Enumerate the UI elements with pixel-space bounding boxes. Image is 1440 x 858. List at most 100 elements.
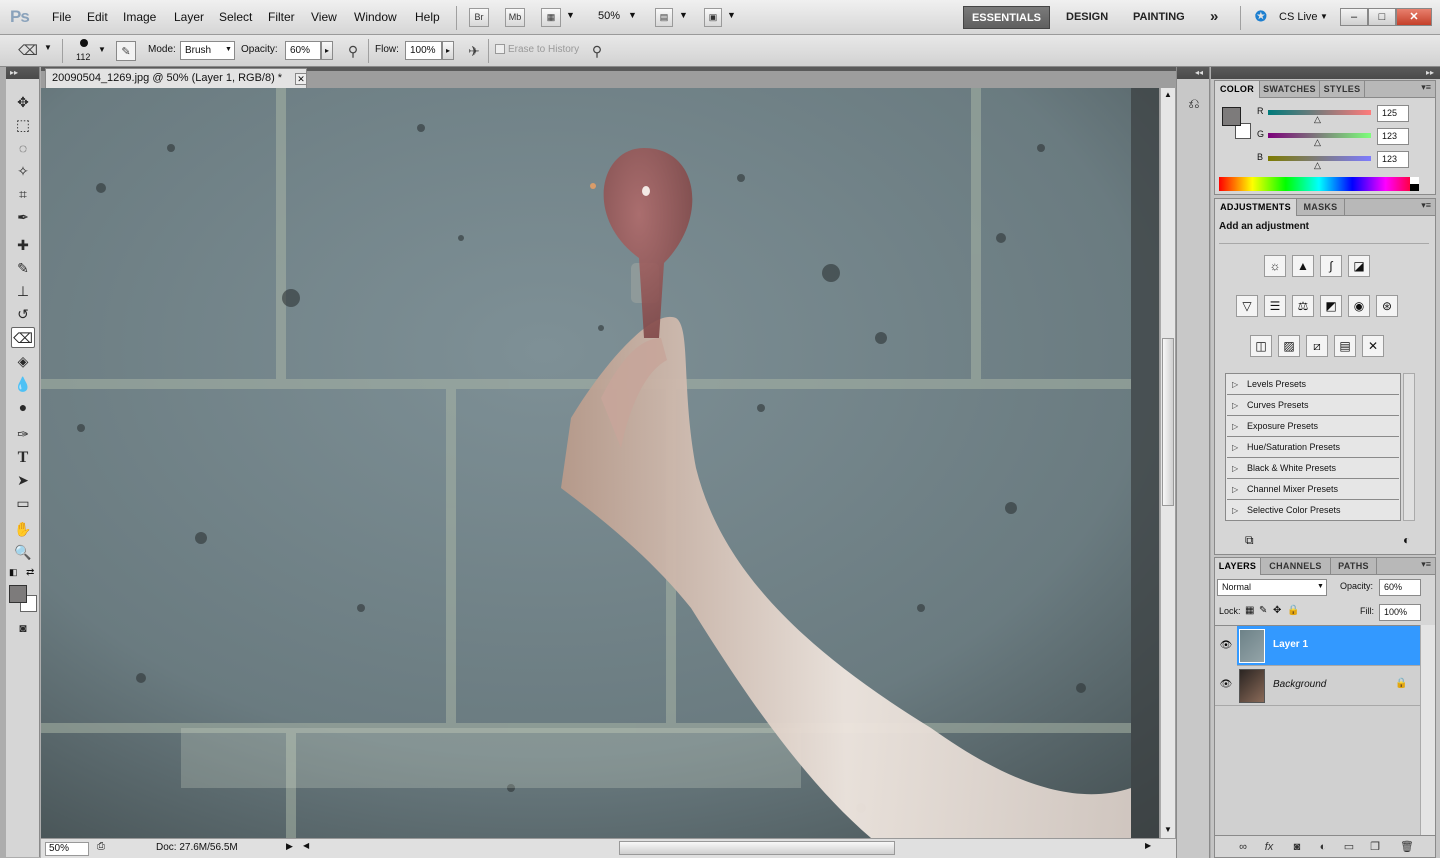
tablet-pressure-size-icon[interactable]: ⚲ [587,41,607,61]
flow-input[interactable]: 100% [405,41,442,60]
hue-saturation-icon[interactable]: ☰ [1264,295,1286,317]
color-balance-icon[interactable]: ⚖ [1292,295,1314,317]
maximize-button[interactable]: □ [1368,8,1396,26]
brush-panel-toggle-icon[interactable]: ✎ [116,41,136,61]
preset-channel-mixer[interactable]: ▷ Channel Mixer Presets [1227,479,1399,500]
icon-strip-grip[interactable]: ◂◂ [1177,67,1209,79]
preset-hue-saturation[interactable]: ▷ Hue/Saturation Presets [1227,437,1399,458]
preset-levels[interactable]: ▷ Levels Presets [1227,374,1399,395]
close-button[interactable]: ✕ [1396,8,1432,26]
document-canvas[interactable] [41,88,1159,838]
vertical-scroll-thumb[interactable] [1162,338,1174,506]
posterize-icon[interactable]: ▨ [1278,335,1300,357]
menu-help[interactable]: Help [415,10,440,24]
extras-dropdown-icon[interactable]: ▼ [566,10,575,20]
layers-scrollbar[interactable] [1420,625,1435,835]
path-selection-tool-icon[interactable]: ➤ [11,470,35,491]
eraser-tool-icon[interactable]: ⌫ [11,327,35,348]
adjustment-view-icon[interactable]: ◐ [1403,533,1410,547]
opacity-input[interactable]: 60% [285,41,321,60]
color-ramp-black-white[interactable] [1410,177,1419,191]
layer-name[interactable]: Background [1273,679,1326,690]
workspace-essentials[interactable]: ESSENTIALS [963,6,1050,29]
adjustment-clip-icon[interactable]: ⧉ [1245,533,1254,548]
status-export-icon[interactable]: ⎙ [97,841,105,852]
selective-color-icon[interactable]: ✕ [1362,335,1384,357]
default-colors-icon[interactable]: ◧ [9,567,18,578]
tab-color[interactable]: COLOR [1215,81,1260,98]
add-mask-icon[interactable]: ◙ [1289,840,1305,854]
paint-bucket-tool-icon[interactable]: ◈ [11,351,35,372]
tab-swatches[interactable]: SWATCHES [1260,81,1320,98]
channel-g-thumb-icon[interactable]: △ [1314,137,1321,148]
clone-stamp-tool-icon[interactable]: ⊥ [11,281,35,302]
expand-triangle-icon[interactable]: ▷ [1232,395,1238,416]
more-workspaces-icon[interactable]: » [1210,8,1218,25]
lasso-tool-icon[interactable]: ◌ [11,138,35,159]
threshold-icon[interactable]: ⧄ [1306,335,1328,357]
color-spectrum-ramp[interactable] [1219,177,1419,191]
preset-exposure[interactable]: ▷ Exposure Presets [1227,416,1399,437]
dodge-tool-icon[interactable]: ● [11,397,35,418]
preset-curves[interactable]: ▷ Curves Presets [1227,395,1399,416]
menu-edit[interactable]: Edit [87,10,108,24]
layer-name[interactable]: Layer 1 [1273,639,1308,650]
color-panel-menu-icon[interactable]: ▾≡ [1421,82,1431,93]
menu-image[interactable]: Image [123,10,156,24]
channel-g-input[interactable]: 123 [1377,128,1409,145]
scroll-down-icon[interactable]: ▼ [1164,825,1172,834]
arrange-documents-icon[interactable]: ▤ [655,8,673,27]
channel-mixer-icon[interactable]: ⊛ [1376,295,1398,317]
scroll-right-icon[interactable]: ▶ [1145,841,1151,850]
cs-live-menu[interactable]: CS Live [1279,11,1318,23]
preset-black-white[interactable]: ▷ Black & White Presets [1227,458,1399,479]
new-layer-icon[interactable]: ❐ [1367,840,1383,854]
menu-file[interactable]: File [52,10,71,24]
channel-b-input[interactable]: 123 [1377,151,1409,168]
menu-window[interactable]: Window [354,10,397,24]
brush-tool-icon[interactable]: ✎ [11,258,35,279]
workspace-design[interactable]: DESIGN [1066,11,1108,23]
presets-scrollbar[interactable] [1403,373,1415,521]
expand-triangle-icon[interactable]: ▷ [1232,416,1238,437]
link-layers-icon[interactable]: ∞ [1235,840,1251,854]
quick-selection-tool-icon[interactable]: ✧ [11,161,35,182]
zoom-dropdown-icon[interactable]: ▼ [628,10,637,20]
scroll-up-icon[interactable]: ▲ [1164,90,1172,99]
eyedropper-tool-icon[interactable]: ✒ [11,207,35,228]
flow-slider-toggle-icon[interactable]: ▸ [442,41,454,60]
screen-mode-dropdown-icon[interactable]: ▼ [727,10,736,20]
marquee-tool-icon[interactable]: ⬚ [11,115,35,136]
brush-tip-icon[interactable] [80,39,88,47]
expand-triangle-icon[interactable]: ▷ [1232,458,1238,479]
tab-masks[interactable]: MASKS [1297,199,1345,216]
color-fg-swatch[interactable] [1222,107,1241,126]
scroll-left-icon[interactable]: ◀ [303,841,309,850]
tab-paths[interactable]: PATHS [1331,558,1377,575]
expand-triangle-icon[interactable]: ▷ [1232,374,1238,395]
expand-triangle-icon[interactable]: ▷ [1232,500,1238,521]
status-zoom-input[interactable]: 50% [45,842,89,856]
layer-visibility-eye-icon[interactable]: 👁 [1219,678,1233,692]
tab-styles[interactable]: STYLES [1320,81,1365,98]
status-menu-icon[interactable]: ▶ [286,841,293,852]
menu-view[interactable]: View [311,10,337,24]
layer-style-icon[interactable]: fx [1261,840,1277,854]
tab-adjustments[interactable]: ADJUSTMENTS [1215,199,1297,216]
layer-opacity-input[interactable]: 60% [1379,579,1421,596]
lock-image-icon[interactable]: ✎ [1259,605,1267,616]
preset-selective-color[interactable]: ▷ Selective Color Presets [1227,500,1399,521]
new-group-icon[interactable]: ▭ [1341,840,1357,854]
expand-triangle-icon[interactable]: ▷ [1232,479,1238,500]
extras-icon[interactable]: ▦ [541,8,561,27]
channel-r-input[interactable]: 125 [1377,105,1409,122]
move-tool-icon[interactable]: ✥ [11,92,35,113]
vibrance-icon[interactable]: ▽ [1236,295,1258,317]
layers-panel-menu-icon[interactable]: ▾≡ [1421,559,1431,570]
close-document-icon[interactable]: ✕ [295,73,307,85]
tools-panel-grip[interactable]: ▸▸ [6,67,39,79]
bridge-button[interactable]: Br [469,8,489,27]
zoom-tool-icon[interactable]: 🔍 [11,542,35,563]
lock-position-icon[interactable]: ✥ [1273,605,1281,616]
tool-preset-dropdown-icon[interactable]: ▼ [44,43,52,52]
